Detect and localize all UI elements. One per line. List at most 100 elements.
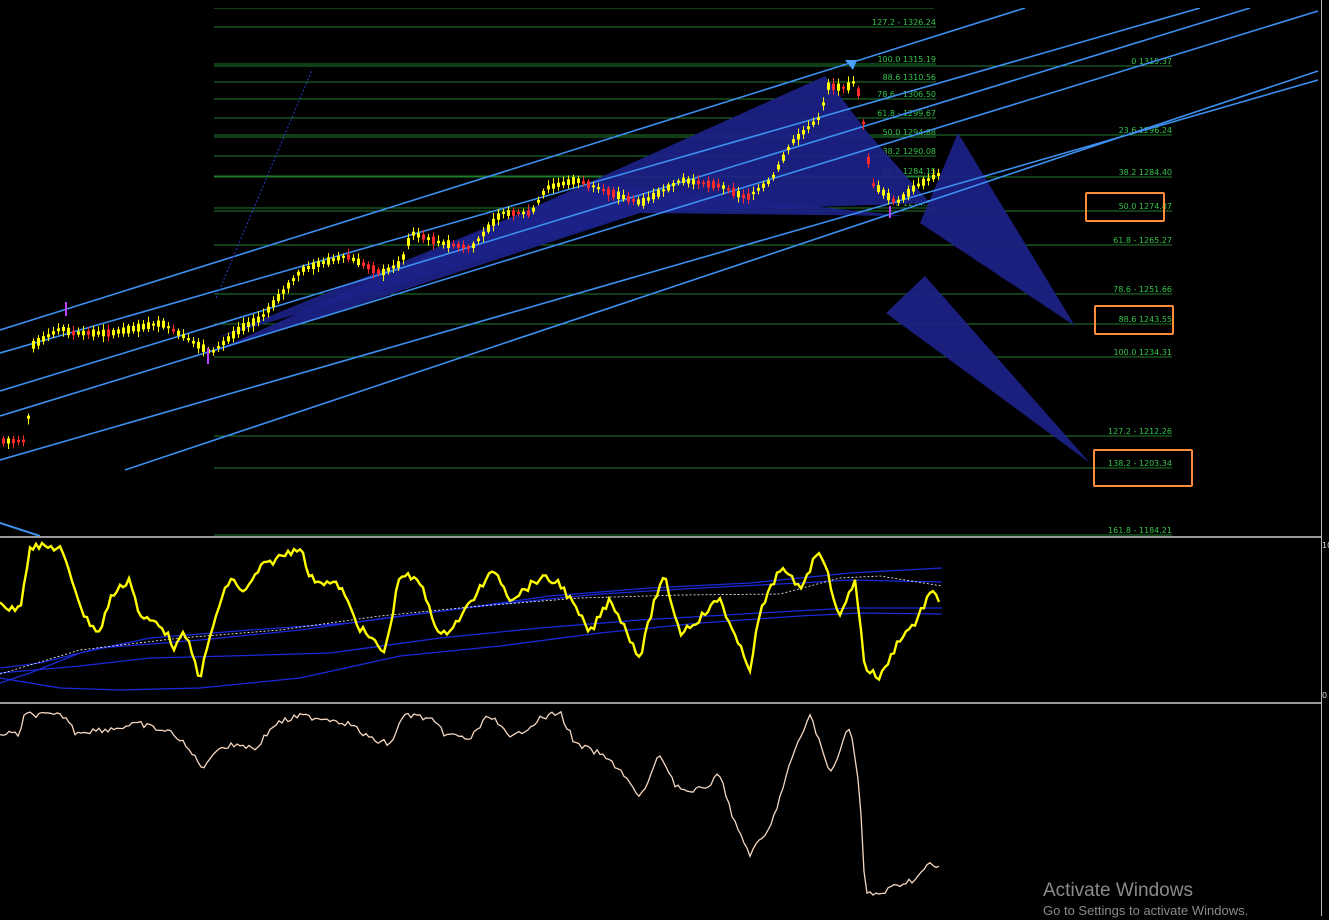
- candle-body: [837, 83, 840, 91]
- candle-body: [402, 254, 405, 260]
- candle-body: [817, 117, 820, 121]
- candle-body: [262, 314, 265, 317]
- candle-body: [512, 210, 515, 216]
- candle-body: [487, 224, 490, 232]
- candle-body: [182, 334, 185, 339]
- candle-body: [247, 322, 250, 327]
- candle-body: [77, 331, 80, 335]
- candle-body: [122, 327, 125, 334]
- candle-body: [372, 265, 375, 273]
- trend-dotted-line: [215, 69, 313, 299]
- candle-body: [792, 139, 795, 144]
- candle-body: [37, 337, 40, 346]
- candle-body: [752, 191, 755, 195]
- candle-body: [902, 194, 905, 200]
- candle-body: [612, 189, 615, 198]
- candle-body: [787, 147, 790, 151]
- candle-body: [387, 267, 390, 272]
- candle-body: [847, 82, 850, 91]
- candle-body: [17, 439, 20, 443]
- candle-body: [237, 326, 240, 335]
- candle-body: [127, 325, 130, 334]
- fib-projection-label: 100.0 1234.31: [1113, 348, 1172, 357]
- candle-body: [52, 331, 55, 335]
- candle-body: [337, 256, 340, 261]
- candle-body: [117, 329, 120, 334]
- candle-body: [632, 199, 635, 202]
- candle-body: [867, 157, 870, 164]
- candle-body: [107, 329, 110, 337]
- watermark-title: Activate Windows: [1043, 880, 1193, 901]
- candle-body: [932, 174, 935, 180]
- candle-body: [642, 197, 645, 206]
- fib-retracement-label: 38.2 1290.08: [883, 147, 936, 156]
- candle-body: [897, 199, 900, 203]
- indicator-line: [0, 710, 940, 896]
- candle-body: [332, 258, 335, 262]
- candle-body: [767, 180, 770, 184]
- candle-body: [852, 81, 855, 84]
- candle-body: [192, 340, 195, 344]
- fib-projection-label: 61.8 - 1265.27: [1113, 236, 1172, 245]
- fib-projection-label: 78.6 - 1251.66: [1113, 285, 1172, 294]
- channel-line: [0, 522, 41, 536]
- candle-body: [267, 306, 270, 313]
- candle-body: [862, 121, 865, 125]
- candle-body: [297, 271, 300, 276]
- candle-body: [747, 193, 750, 200]
- candle-body: [527, 210, 530, 216]
- upper-inner-band: [0, 579, 943, 669]
- candle-body: [607, 188, 610, 196]
- candle-body: [222, 340, 225, 346]
- fib-retracement-label: 127.2 - 1326.24: [872, 18, 936, 27]
- candle-body: [907, 188, 910, 197]
- candle-body: [552, 183, 555, 189]
- candle-body: [382, 268, 385, 276]
- candle-body: [827, 82, 830, 90]
- candle-body: [872, 183, 875, 186]
- candle-body: [622, 194, 625, 200]
- candle-body: [722, 185, 725, 189]
- candle-body: [242, 323, 245, 331]
- candle-body: [927, 178, 930, 181]
- candle-body: [417, 233, 420, 238]
- candle-body: [32, 340, 35, 349]
- candle-body: [917, 183, 920, 187]
- candle-body: [562, 181, 565, 186]
- candle-body: [687, 178, 690, 184]
- candle-body: [27, 415, 30, 419]
- candle-body: [287, 282, 290, 289]
- candle-body: [147, 322, 150, 329]
- candle-body: [477, 238, 480, 242]
- candle-body: [342, 255, 345, 258]
- candle-body: [807, 126, 810, 130]
- price-scale[interactable]: 10 0: [1321, 0, 1329, 916]
- candle-body: [547, 185, 550, 190]
- osc-axis-max: 10: [1322, 541, 1329, 550]
- candle-body: [617, 191, 620, 200]
- candle-body: [442, 241, 445, 246]
- candle-body: [252, 318, 255, 326]
- candle-body: [537, 199, 540, 203]
- candle-body: [257, 316, 260, 323]
- candle-body: [212, 350, 215, 353]
- candle-body: [92, 329, 95, 337]
- candle-body: [422, 234, 425, 240]
- candle-body: [72, 330, 75, 336]
- fib-projection-label: 38.2 1284.40: [1119, 168, 1172, 177]
- candle-body: [137, 323, 140, 332]
- candle-body: [452, 243, 455, 247]
- candle-body: [822, 102, 825, 106]
- price-chart-panel[interactable]: 138.2 - 1330.71127.2 - 1326.24100.0 1315…: [0, 8, 1321, 536]
- channel-line: [0, 8, 1201, 354]
- candle-body: [577, 178, 580, 184]
- candle-body: [557, 182, 560, 187]
- candle-body: [492, 218, 495, 226]
- candle-body: [532, 207, 535, 212]
- candle-body: [587, 181, 590, 188]
- candle-body: [647, 197, 650, 201]
- candle-body: [572, 177, 575, 185]
- lower-band: [0, 612, 943, 691]
- candle-body: [582, 180, 585, 185]
- oscillator-panel[interactable]: [0, 538, 1321, 702]
